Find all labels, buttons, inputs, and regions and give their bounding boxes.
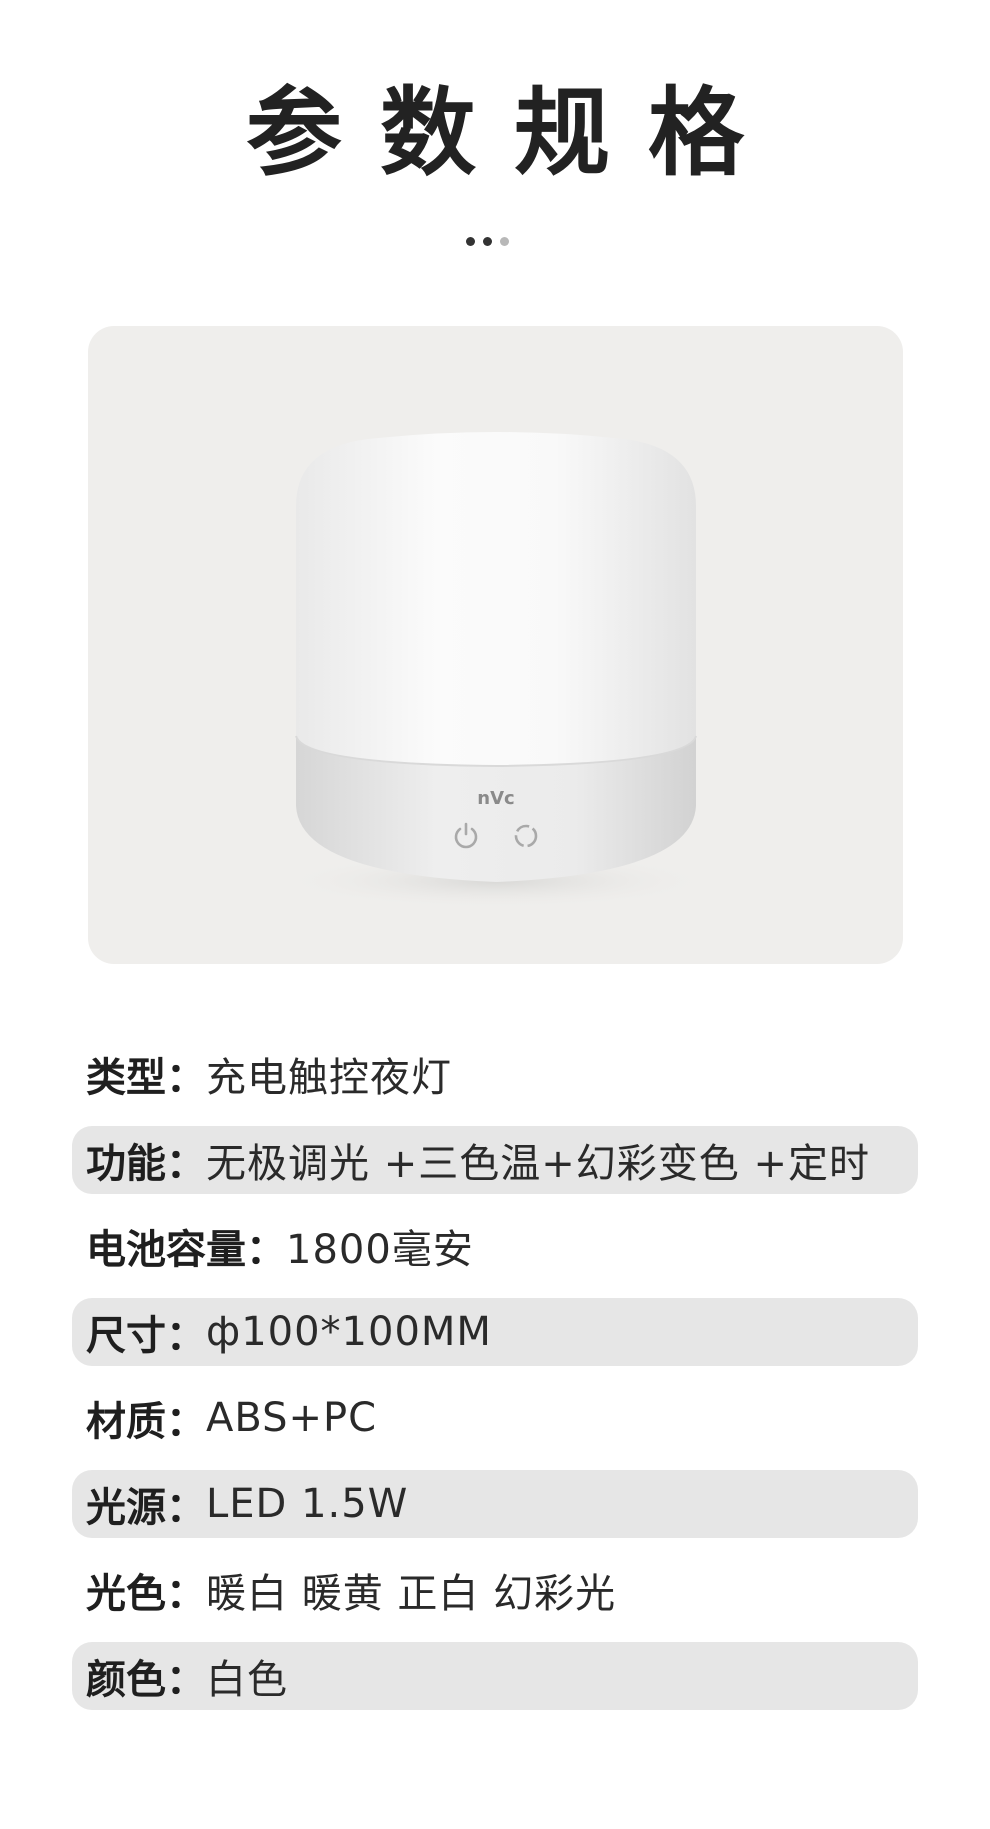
spec-row: 尺寸： ф100*100MM	[72, 1298, 918, 1366]
spec-row: 光色： 暖白 暖黄 正白 幻彩光	[72, 1556, 918, 1624]
spec-value: 1800毫安	[286, 1227, 474, 1273]
indicator-dot	[500, 237, 509, 246]
spec-value: 暖白 暖黄 正白 幻彩光	[206, 1571, 617, 1617]
spec-value: ф100*100MM	[206, 1309, 492, 1355]
page-title: 参数规格	[246, 77, 782, 189]
night-lamp-illustration: nVc	[276, 432, 716, 909]
spec-value: 白色	[206, 1657, 288, 1703]
page-indicator	[466, 237, 509, 246]
product-photo: nVc	[88, 326, 903, 964]
spec-label: 材质：	[86, 1399, 206, 1445]
spec-row: 材质： ABS+PC	[72, 1384, 918, 1452]
indicator-dot	[466, 237, 475, 246]
indicator-dot	[483, 237, 492, 246]
spec-label: 尺寸：	[86, 1313, 206, 1359]
spec-value: LED 1.5W	[206, 1481, 409, 1527]
spec-row: 电池容量： 1800毫安	[72, 1212, 918, 1280]
spec-label: 电池容量：	[86, 1227, 286, 1273]
brand-logo: nVc	[477, 788, 514, 809]
spec-row: 颜色： 白色	[72, 1642, 918, 1710]
spec-row: 功能： 无极调光 +三色温+幻彩变色 +定时	[72, 1126, 918, 1194]
spec-list: 类型： 充电触控夜灯 功能： 无极调光 +三色温+幻彩变色 +定时 电池容量： 1800毫…	[72, 1040, 918, 1728]
spec-label: 功能：	[86, 1141, 206, 1187]
spec-label: 颜色：	[86, 1657, 206, 1703]
spec-value: 充电触控夜灯	[206, 1055, 452, 1101]
spec-value: 无极调光 +三色温+幻彩变色 +定时	[206, 1141, 870, 1187]
spec-label: 类型：	[86, 1055, 206, 1101]
spec-label: 光色：	[86, 1571, 206, 1617]
spec-value: ABS+PC	[206, 1395, 378, 1441]
spec-row: 类型： 充电触控夜灯	[72, 1040, 918, 1108]
spec-label: 光源：	[86, 1485, 206, 1531]
spec-row: 光源： LED 1.5W	[72, 1470, 918, 1538]
